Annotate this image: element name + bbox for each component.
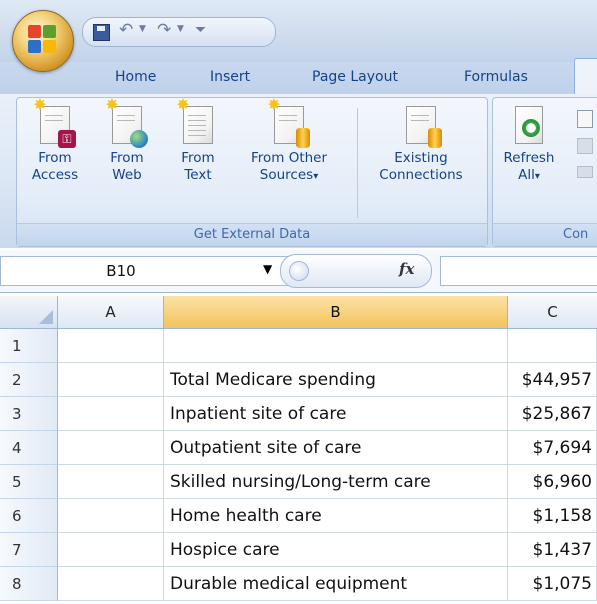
cell-c[interactable]: $1,437: [508, 533, 597, 567]
row-header[interactable]: 2: [0, 363, 58, 397]
undo-icon[interactable]: ↶: [119, 20, 133, 40]
web-globe-icon: ✸: [105, 97, 148, 148]
cell-b[interactable]: [164, 329, 508, 363]
cell-b[interactable]: Inpatient site of care: [164, 397, 508, 431]
existing-connections-label-2: Connections: [379, 167, 463, 183]
row-header[interactable]: 3: [0, 397, 58, 431]
refresh-label-1: Refresh: [503, 150, 555, 166]
column-header-b[interactable]: B: [164, 296, 508, 329]
properties-icon[interactable]: [577, 138, 593, 154]
row-header[interactable]: 8: [0, 567, 58, 601]
tab-insert[interactable]: Insert: [210, 69, 250, 85]
cell-a[interactable]: [58, 533, 164, 567]
from-web-label-2: Web: [112, 167, 142, 183]
row-header[interactable]: 4: [0, 431, 58, 465]
refresh-all-button[interactable]: Refresh All▾: [499, 106, 559, 185]
cell-a[interactable]: [58, 567, 164, 601]
row-header[interactable]: 1: [0, 329, 58, 363]
select-all-button[interactable]: [0, 296, 58, 329]
cell-c[interactable]: $7,694: [508, 431, 597, 465]
from-text-button[interactable]: ✸ From Text: [169, 97, 227, 184]
group-label-get-external-data: Get External Data: [17, 223, 487, 246]
cell-c[interactable]: $44,957: [508, 363, 597, 397]
cell-b[interactable]: Total Medicare spending: [164, 363, 508, 397]
chevron-down-icon[interactable]: ▼: [263, 262, 272, 276]
row-header[interactable]: 6: [0, 499, 58, 533]
existing-connections-button[interactable]: Existing Connections: [363, 106, 479, 184]
cell-c[interactable]: $1,158: [508, 499, 597, 533]
from-other-sources-label-2: Sources: [259, 167, 314, 183]
cell-a[interactable]: [58, 499, 164, 533]
formula-controls: fx: [280, 254, 432, 288]
from-access-label-1: From: [38, 150, 72, 166]
office-logo-icon: [28, 25, 58, 55]
cell-b[interactable]: Home health care: [164, 499, 508, 533]
cell-b[interactable]: Outpatient site of care: [164, 431, 508, 465]
cell-c[interactable]: [508, 329, 597, 363]
insert-function-button[interactable]: fx: [399, 260, 414, 278]
group-separator: [357, 108, 358, 218]
connections-icon[interactable]: [577, 110, 593, 128]
refresh-icon: [515, 106, 543, 144]
save-icon[interactable]: [93, 24, 110, 41]
group-label-connections: Con: [493, 223, 597, 246]
group-connections: Refresh All▾ Con: [492, 97, 597, 247]
undo-dropdown-icon[interactable]: ▼: [139, 24, 146, 34]
chevron-down-icon: ▾: [534, 171, 540, 182]
cell-b[interactable]: Skilled nursing/Long-term care: [164, 465, 508, 499]
column-header-c[interactable]: C: [508, 296, 597, 329]
from-access-label-2: Access: [31, 167, 79, 183]
tab-home[interactable]: Home: [115, 69, 156, 85]
cell-a[interactable]: [58, 329, 164, 363]
existing-connections-label-1: Existing: [394, 150, 448, 166]
database-icon: ✸: [267, 97, 310, 148]
from-access-button[interactable]: ✸ ⚿ From Access: [19, 97, 91, 184]
cell-b[interactable]: Durable medical equipment: [164, 567, 508, 601]
customize-qat-icon[interactable]: ⏷: [195, 22, 206, 38]
group-get-external-data: ✸ ⚿ From Access ✸ From Web ✸ From Text ✸…: [16, 97, 488, 247]
cell-a[interactable]: [58, 431, 164, 465]
edit-links-icon[interactable]: [577, 166, 593, 178]
formula-input[interactable]: [440, 256, 597, 286]
row-header[interactable]: 5: [0, 465, 58, 499]
from-web-label-1: From: [110, 150, 144, 166]
quick-access-toolbar: ↶ ▼ ↷ ▼ ⏷: [82, 17, 276, 47]
access-database-icon: ✸ ⚿: [33, 97, 76, 148]
row-header[interactable]: 7: [0, 533, 58, 567]
from-web-button[interactable]: ✸ From Web: [97, 97, 157, 184]
cell-c[interactable]: $1,075: [508, 567, 597, 601]
from-text-label-1: From: [181, 150, 215, 166]
name-box[interactable]: B10 ▼: [0, 256, 290, 286]
cell-c[interactable]: $6,960: [508, 465, 597, 499]
spreadsheet-grid: A B C 1 2 Total Medicare spending $44,957 3 I…: [0, 296, 597, 604]
tab-data[interactable]: [574, 58, 597, 97]
ribbon: ✸ ⚿ From Access ✸ From Web ✸ From Text ✸…: [0, 94, 597, 248]
text-file-icon: ✸: [176, 97, 213, 144]
formula-control-icon[interactable]: [289, 261, 309, 281]
cell-a[interactable]: [58, 397, 164, 431]
cell-a[interactable]: [58, 363, 164, 397]
cell-b[interactable]: Hospice care: [164, 533, 508, 567]
refresh-label-2: All: [518, 167, 535, 183]
tab-page-layout[interactable]: Page Layout: [312, 69, 398, 85]
name-box-value: B10: [106, 262, 136, 280]
column-header-a[interactable]: A: [58, 296, 164, 329]
formula-bar: B10 ▼ fx: [0, 250, 597, 293]
connections-icon: [406, 106, 442, 148]
from-other-sources-label-1: From Other: [250, 150, 328, 166]
office-button[interactable]: [12, 10, 74, 72]
tab-formulas[interactable]: Formulas: [464, 69, 528, 85]
ribbon-tab-row: Home Insert Page Layout Formulas: [0, 62, 597, 94]
cell-a[interactable]: [58, 465, 164, 499]
chevron-down-icon: ▾: [313, 171, 319, 182]
from-text-label-2: Text: [184, 167, 212, 183]
redo-dropdown-icon[interactable]: ▼: [177, 24, 184, 34]
redo-icon[interactable]: ↷: [157, 20, 171, 40]
cell-c[interactable]: $25,867: [508, 397, 597, 431]
from-other-sources-button[interactable]: ✸ From Other Sources▾: [233, 97, 345, 185]
